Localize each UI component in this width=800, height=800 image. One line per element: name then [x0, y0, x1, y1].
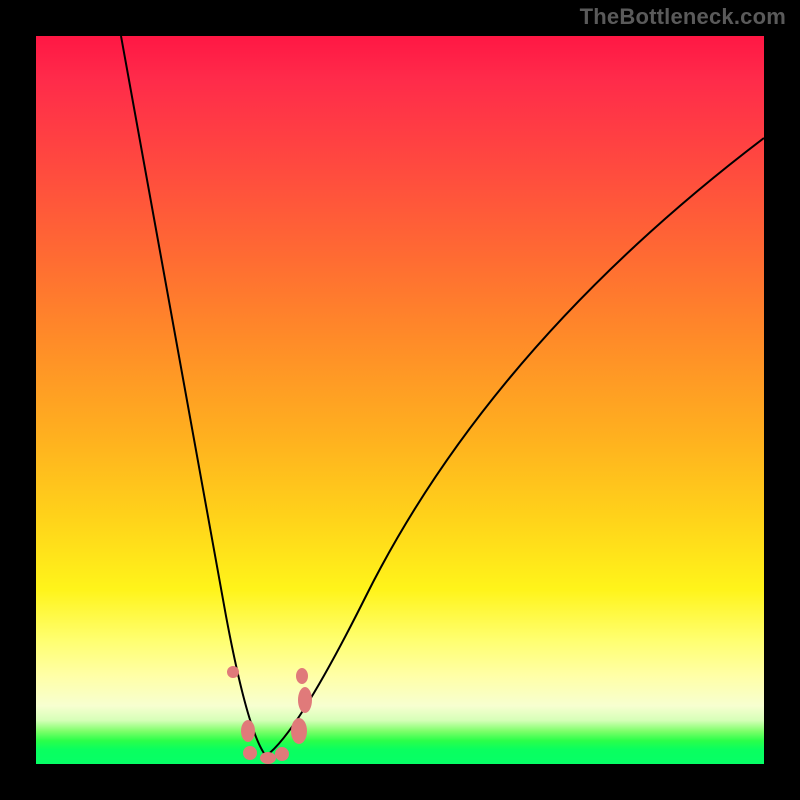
marker-dot	[298, 687, 312, 713]
marker-dot	[296, 668, 308, 684]
marker-dot	[291, 718, 307, 744]
marker-dot	[275, 747, 289, 761]
marker-dot	[241, 720, 255, 742]
marker-dot	[227, 666, 239, 678]
marker-dot	[260, 752, 276, 764]
watermark-text: TheBottleneck.com	[580, 6, 786, 28]
bottleneck-curve	[36, 36, 764, 764]
frame: TheBottleneck.com	[0, 0, 800, 800]
plot-area	[36, 36, 764, 764]
curve-left	[121, 36, 266, 756]
marker-dot	[243, 746, 257, 760]
curve-right	[266, 138, 764, 756]
